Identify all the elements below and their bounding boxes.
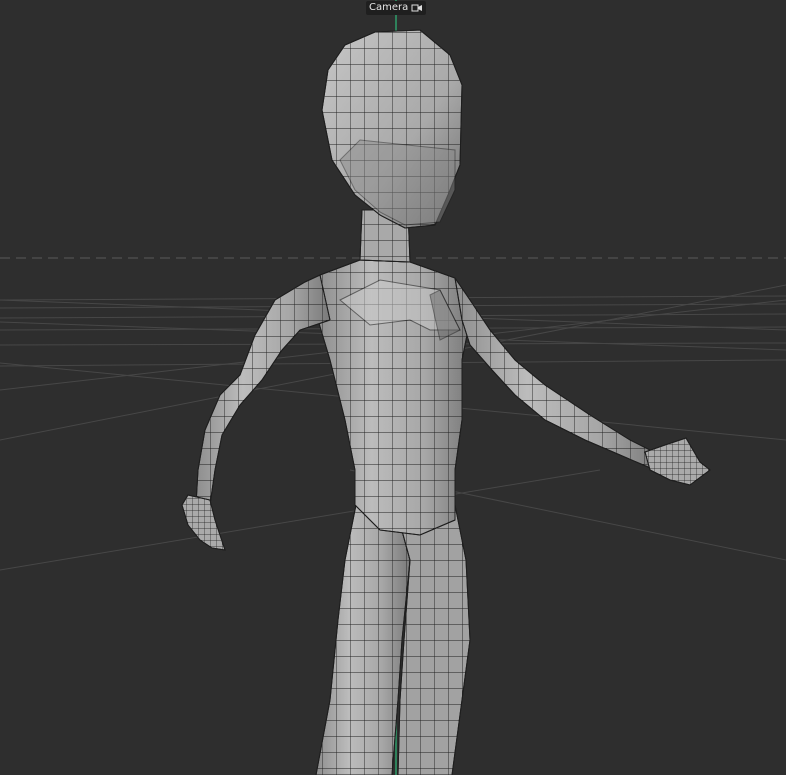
3d-viewport[interactable]: Camera	[0, 0, 786, 775]
camera-label[interactable]: Camera	[366, 1, 427, 15]
camera-name: Camera	[369, 2, 409, 13]
viewport-scene[interactable]	[0, 0, 786, 775]
camera-view-icon[interactable]	[411, 3, 423, 13]
character-mesh[interactable]	[181, 29, 711, 775]
